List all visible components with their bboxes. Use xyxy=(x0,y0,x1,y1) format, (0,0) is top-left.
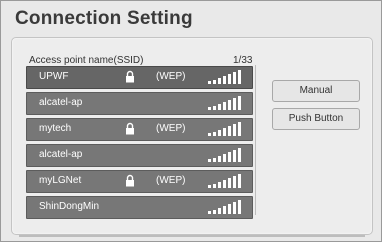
access-point-row[interactable]: alcatel-ap xyxy=(26,92,253,115)
wifi-signal-icon xyxy=(208,96,241,110)
security-label: (WEP) xyxy=(156,175,186,186)
ssid-column-label: Access point name(SSID) xyxy=(29,55,144,66)
ssid-label: alcatel-ap xyxy=(39,149,83,160)
access-point-list: UPWF (WEP) alcatel-ap mytech (WEP) alcat… xyxy=(26,66,253,222)
wifi-signal-icon xyxy=(208,70,241,84)
page-counter: 1/33 xyxy=(233,55,253,66)
ssid-label: ShinDongMin xyxy=(39,201,100,212)
scroll-indicator xyxy=(19,235,365,237)
ssid-label: alcatel-ap xyxy=(39,97,83,108)
access-point-row[interactable]: alcatel-ap xyxy=(26,144,253,167)
manual-button[interactable]: Manual xyxy=(272,80,360,102)
lock-icon xyxy=(126,174,134,187)
lock-icon xyxy=(126,70,134,83)
wifi-signal-icon xyxy=(208,200,241,214)
access-point-row[interactable]: UPWF (WEP) xyxy=(26,66,253,89)
ssid-label: UPWF xyxy=(39,71,69,82)
ssid-label: myLGNet xyxy=(39,175,82,186)
column-divider xyxy=(255,65,256,215)
access-point-row[interactable]: myLGNet (WEP) xyxy=(26,170,253,193)
ssid-label: mytech xyxy=(39,123,72,134)
wifi-signal-icon xyxy=(208,174,241,188)
security-label: (WEP) xyxy=(156,123,186,134)
security-label: (WEP) xyxy=(156,71,186,82)
lock-icon xyxy=(126,122,134,135)
access-point-row[interactable]: ShinDongMin xyxy=(26,196,253,219)
access-point-row[interactable]: mytech (WEP) xyxy=(26,118,253,141)
connection-setting-dialog: Connection Setting Access point name(SSI… xyxy=(0,0,382,242)
dialog-title: Connection Setting xyxy=(15,8,193,29)
wifi-signal-icon xyxy=(208,148,241,162)
push-button-button[interactable]: Push Button xyxy=(272,108,360,130)
wifi-signal-icon xyxy=(208,122,241,136)
